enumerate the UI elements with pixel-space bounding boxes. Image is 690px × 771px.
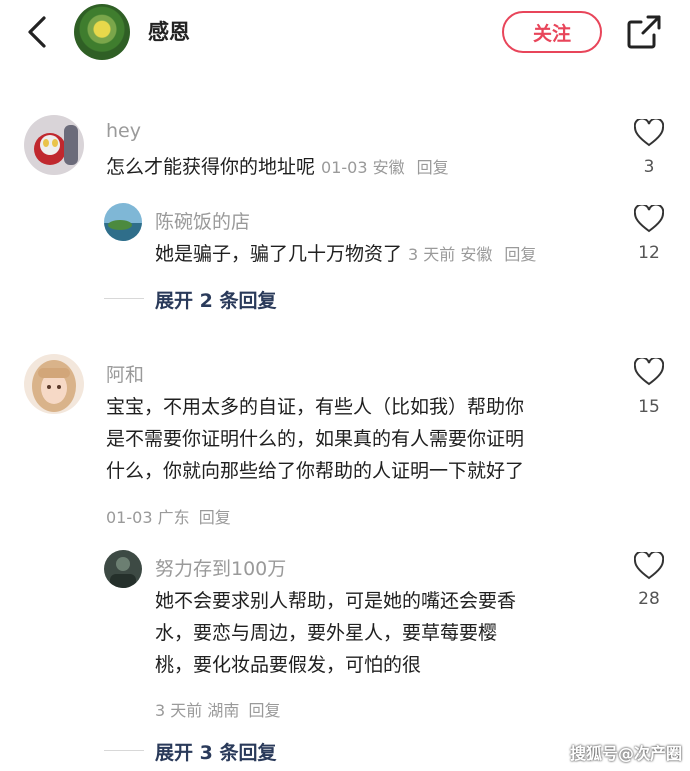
avatar[interactable]	[104, 203, 142, 241]
heart-icon[interactable]	[633, 117, 665, 147]
comment-username[interactable]: 阿和	[106, 360, 144, 387]
expand-divider	[104, 750, 144, 751]
reply-meta: 3 天前 湖南	[155, 701, 240, 720]
reply-link[interactable]: 回复	[248, 701, 280, 720]
reply-meta-row: 3 天前 湖南 回复	[155, 697, 280, 721]
expand-replies-link[interactable]: 展开 3 条回复	[155, 738, 276, 765]
comment-meta-row: 01-03 广东 回复	[106, 504, 231, 528]
reply-username[interactable]: 陈碗饭的店	[155, 207, 250, 234]
comment-line: 宝宝，不用太多的自证，有些人（比如我）帮助你	[106, 396, 525, 418]
reply-text: 她不会要求别人帮助，可是她的嘴还会要香 水，要恋与周边，要外星人，要草莓要樱 桃…	[155, 585, 605, 681]
watermark: 搜狐号@次产圈	[569, 744, 682, 763]
comment-line: 什么，你就向那些给了你帮助的人证明一下就好了	[106, 460, 525, 482]
reply-text: 她是骗子，骗了几十万物资了 3 天前 安徽 回复	[155, 238, 536, 271]
share-icon[interactable]	[624, 12, 664, 52]
reply-link[interactable]: 回复	[199, 508, 231, 527]
avatar[interactable]	[24, 115, 84, 175]
back-arrow-icon[interactable]	[22, 14, 56, 50]
heart-icon[interactable]	[633, 356, 665, 386]
reply-line: 水，要恋与周边，要外星人，要草莓要樱	[155, 622, 498, 644]
comment-username[interactable]: hey	[106, 120, 141, 142]
reply-username[interactable]: 努力存到100万	[155, 554, 286, 581]
profile-avatar[interactable]	[74, 4, 130, 60]
comment-text: 怎么才能获得你的地址呢 01-03 安徽 回复	[106, 151, 449, 184]
reply-body: 她是骗子，骗了几十万物资了	[155, 243, 403, 265]
reply-link[interactable]: 回复	[504, 245, 536, 264]
like-count: 3	[643, 157, 655, 177]
reply-line: 她不会要求别人帮助，可是她的嘴还会要香	[155, 590, 517, 612]
expand-replies-link[interactable]: 展开 2 条回复	[155, 286, 276, 313]
comment-meta: 01-03 广东	[106, 508, 190, 527]
expand-divider	[104, 298, 144, 299]
comment-body: 怎么才能获得你的地址呢	[106, 156, 316, 178]
avatar[interactable]	[24, 354, 84, 414]
like-count: 28	[638, 589, 660, 609]
like-count: 15	[638, 397, 660, 417]
reply-link[interactable]: 回复	[417, 158, 449, 177]
profile-name[interactable]: 感恩	[148, 16, 190, 46]
comment-line: 是不需要你证明什么的，如果真的有人需要你证明	[106, 428, 525, 450]
heart-icon[interactable]	[633, 203, 665, 233]
reply-meta: 3 天前 安徽	[408, 245, 493, 264]
comment-meta: 01-03 安徽	[321, 158, 405, 177]
follow-button[interactable]: 关注	[502, 11, 602, 53]
reply-line: 桃，要化妆品要假发，可怕的很	[155, 654, 422, 676]
avatar[interactable]	[104, 550, 142, 588]
comment-text: 宝宝，不用太多的自证，有些人（比如我）帮助你 是不需要你证明什么的，如果真的有人…	[106, 391, 606, 487]
like-count: 12	[638, 243, 660, 263]
heart-icon[interactable]	[633, 550, 665, 580]
